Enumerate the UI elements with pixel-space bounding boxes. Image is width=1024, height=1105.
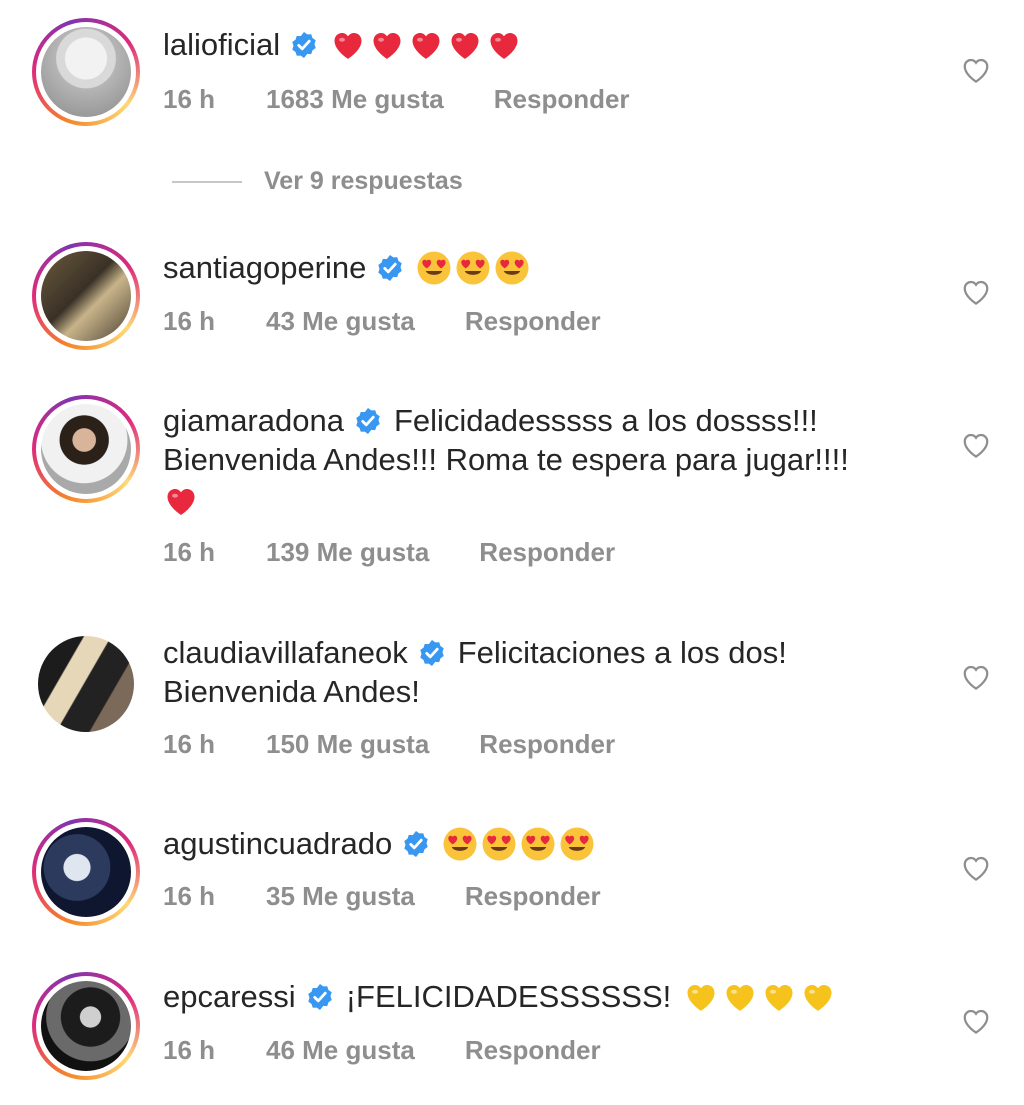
yellow-heart-icon [804, 985, 832, 1011]
comment-text-line: Bienvenida Andes!!! Roma te espera para … [163, 442, 849, 477]
red-heart-icon [373, 33, 401, 59]
username[interactable]: lalioficial [163, 25, 280, 65]
verified-badge-icon [290, 31, 318, 59]
username[interactable]: agustincuadrado [163, 824, 392, 864]
reply-button[interactable]: Responder [465, 306, 601, 337]
like-heart-icon[interactable] [960, 55, 992, 85]
comment-text: Felicitaciones a los dos! [457, 635, 787, 670]
avatar[interactable] [32, 18, 140, 126]
verified-badge-icon [354, 407, 382, 435]
comment-emojis [330, 27, 522, 63]
heart-eyes-icon [443, 827, 477, 861]
username[interactable]: claudiavillafaneok [163, 633, 408, 673]
like-heart-icon[interactable] [960, 430, 992, 460]
comment-time: 16 h [163, 84, 216, 114]
heart-eyes-icon [482, 827, 516, 861]
view-replies-button[interactable]: Ver 9 respuestas [172, 167, 463, 196]
like-heart-icon[interactable] [960, 277, 992, 307]
like-heart-icon[interactable] [960, 662, 992, 692]
yellow-heart-icon [765, 985, 793, 1011]
reply-button[interactable]: Responder [479, 537, 615, 568]
likes-count[interactable]: 150 Me gusta [266, 729, 429, 760]
comment-text: Felicidadesssss a los dossss!!! [393, 403, 818, 438]
like-heart-icon[interactable] [960, 1006, 992, 1036]
likes-count[interactable]: 46 Me gusta [266, 1035, 415, 1066]
red-heart-icon [412, 33, 440, 59]
avatar[interactable] [32, 395, 140, 503]
heart-eyes-icon [456, 251, 490, 285]
heart-eyes-icon [495, 251, 529, 285]
comment-emojis [442, 826, 595, 862]
yellow-heart-icon [687, 985, 715, 1011]
comment-text: ¡FELICIDADESSSSSS! [345, 979, 672, 1014]
comment-emojis [163, 483, 199, 519]
username[interactable]: santiagoperine [163, 248, 366, 288]
username[interactable]: epcaressi [163, 977, 296, 1017]
comment-text-line: Bienvenida Andes! [163, 674, 420, 709]
red-heart-icon [451, 33, 479, 59]
yellow-heart-icon [726, 985, 754, 1011]
comment-time: 16 h [163, 1035, 216, 1065]
reply-button[interactable]: Responder [465, 1035, 601, 1066]
verified-badge-icon [376, 254, 404, 282]
reply-button[interactable]: Responder [494, 84, 630, 115]
avatar[interactable] [32, 972, 140, 1080]
comment-time: 16 h [163, 881, 216, 911]
comment-emojis [416, 250, 530, 286]
likes-count[interactable]: 1683 Me gusta [266, 84, 444, 115]
reply-button[interactable]: Responder [465, 881, 601, 912]
comment-emojis [683, 979, 836, 1015]
red-heart-icon [490, 33, 518, 59]
reply-button[interactable]: Responder [479, 729, 615, 760]
red-heart-icon [334, 33, 362, 59]
likes-count[interactable]: 43 Me gusta [266, 306, 415, 337]
heart-eyes-icon [560, 827, 594, 861]
comment-time: 16 h [163, 537, 216, 567]
comment-time: 16 h [163, 306, 216, 336]
red-heart-icon [167, 489, 195, 515]
avatar[interactable] [32, 242, 140, 350]
verified-badge-icon [402, 830, 430, 858]
heart-eyes-icon [521, 827, 555, 861]
comment-time: 16 h [163, 729, 216, 759]
divider [172, 180, 242, 183]
username[interactable]: giamaradona [163, 401, 344, 441]
verified-badge-icon [418, 639, 446, 667]
view-replies-label: Ver 9 respuestas [264, 167, 463, 195]
verified-badge-icon [306, 983, 334, 1011]
avatar[interactable] [32, 630, 140, 738]
like-heart-icon[interactable] [960, 853, 992, 883]
heart-eyes-icon [417, 251, 451, 285]
avatar[interactable] [32, 818, 140, 926]
likes-count[interactable]: 139 Me gusta [266, 537, 429, 568]
likes-count[interactable]: 35 Me gusta [266, 881, 415, 912]
